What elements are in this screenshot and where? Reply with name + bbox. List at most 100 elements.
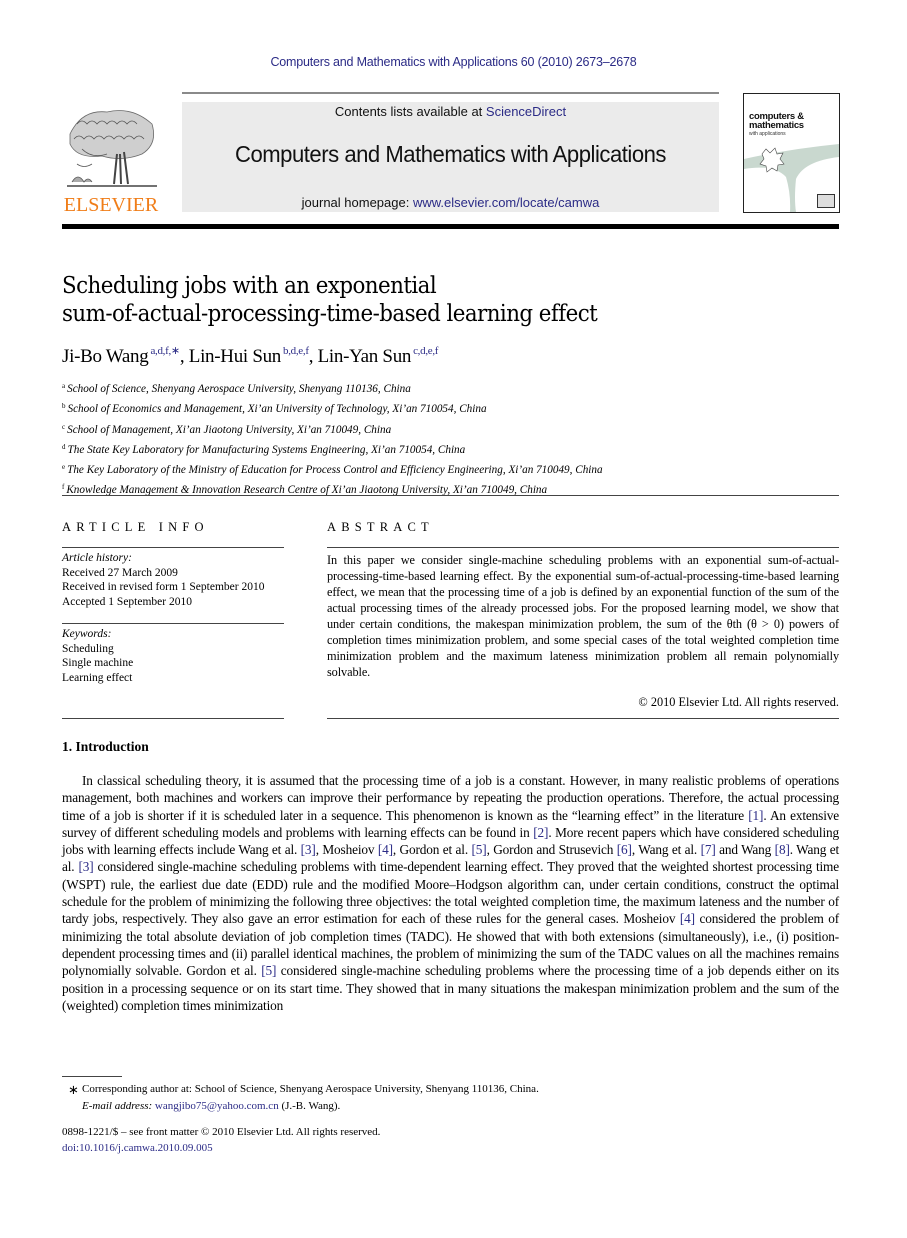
header-thick-rule (62, 224, 839, 229)
article-title: Scheduling jobs with an exponential sum-… (62, 272, 787, 328)
history-revised: Received in revised form 1 September 201… (62, 581, 265, 593)
introduction-paragraph: In classical scheduling theory, it is as… (62, 772, 839, 1014)
cover-title-line2: mathematics (749, 120, 804, 131)
article-info-divider (62, 718, 284, 719)
affiliation-key: d (62, 442, 66, 451)
body-text: , Mosheiov (315, 842, 378, 858)
author-name[interactable]: Lin-Hui Sun (189, 346, 282, 367)
author-list: Ji-Bo Wang a,d,f,∗, Lin-Hui Sun b,d,e,f, L… (62, 344, 762, 368)
author-separator: , (308, 346, 318, 367)
author-affiliation-marks[interactable]: c,d,e,f (413, 345, 438, 357)
email-suffix: (J.-B. Wang). (278, 1100, 341, 1112)
affiliation-text: School of Science, Shenyang Aerospace Un… (67, 383, 411, 395)
footnote-rule (62, 1076, 122, 1077)
article-info-heading: ARTICLE INFO (62, 520, 209, 534)
introduction-body: In classical scheduling theory, it is as… (62, 772, 839, 1014)
citation-link[interactable]: [7] (701, 842, 716, 857)
cover-badge (817, 194, 835, 208)
author-name[interactable]: Lin-Yan Sun (318, 346, 412, 367)
header-rule (182, 92, 719, 94)
affiliation-text: The State Key Laboratory for Manufacturi… (67, 443, 466, 456)
sciencedirect-link[interactable]: ScienceDirect (486, 104, 566, 119)
cover-title: computers & mathematics (749, 112, 804, 131)
corresponding-author-text: Corresponding author at: School of Scien… (82, 1083, 539, 1095)
article-title-line2: sum-of-actual-processing-time-based lear… (62, 301, 598, 327)
journal-homepage-link[interactable]: www.elsevier.com/locate/camwa (413, 195, 599, 210)
abstract-heading: ABSTRACT (327, 520, 434, 534)
article-title-line1: Scheduling jobs with an exponential (62, 273, 437, 299)
contents-prefix: Contents lists available at (334, 104, 486, 119)
author-name[interactable]: Ji-Bo Wang (62, 346, 149, 367)
body-text: , Gordon et al. (392, 842, 472, 858)
citation-link[interactable]: [8] (775, 842, 790, 857)
journal-homepage-line: journal homepage: www.elsevier.com/locat… (182, 195, 719, 210)
citation-link[interactable]: [1] (748, 808, 763, 823)
abstract-divider (327, 547, 839, 548)
citation-link[interactable]: [3] (301, 842, 316, 857)
affiliation-list: a School of Science, Shenyang Aerospace U… (62, 378, 842, 500)
elsevier-wordmark: ELSEVIER (63, 194, 159, 216)
citation-link[interactable]: [4] (378, 842, 393, 857)
author-affiliation-marks[interactable]: b,d,e,f (283, 345, 309, 357)
citation-link[interactable]: [5] (261, 963, 276, 978)
abstract-text: In this paper we consider single-machine… (327, 553, 839, 679)
citation-link[interactable]: [6] (617, 842, 632, 857)
affiliation-text: The Key Laboratory of the Ministry of Ed… (67, 464, 603, 477)
citation-link[interactable]: [4] (680, 911, 695, 926)
author-separator: , (179, 346, 189, 367)
affiliation-item: e The Key Laboratory of the Ministry of E… (62, 459, 842, 479)
body-text: , Gordon and Strusevich (486, 842, 617, 858)
email-line: E-mail address: wangjibo75@yahoo.com.cn … (82, 1098, 842, 1115)
affiliation-text: School of Management, Xi’an Jiaotong Uni… (67, 423, 392, 436)
footnote-star-mark: ∗ (68, 1082, 79, 1097)
article-info-divider (62, 623, 284, 624)
doi-link[interactable]: doi:10.1016/j.camwa.2010.09.005 (62, 1142, 213, 1154)
body-text: , Wang et al. (631, 842, 701, 858)
affiliation-key: e (62, 463, 66, 472)
article-info-divider (62, 547, 284, 548)
body-text: In classical scheduling theory, it is as… (62, 773, 839, 823)
citation-link[interactable]: [3] (78, 859, 93, 874)
keyword-item: Single machine (62, 657, 134, 669)
history-received: Received 27 March 2009 (62, 566, 178, 579)
running-head[interactable]: Computers and Mathematics with Applicati… (0, 55, 907, 69)
elsevier-logo: ELSEVIER (62, 104, 160, 216)
body-text: and Wang (715, 842, 775, 858)
journal-title: Computers and Mathematics with Applicati… (234, 141, 666, 167)
elsevier-tree-icon (67, 110, 157, 187)
issn-line: 0898-1221/$ – see front matter © 2010 El… (62, 1126, 381, 1138)
affiliation-key: b (62, 402, 66, 411)
homepage-prefix: journal homepage: (301, 195, 413, 210)
affiliation-key: a (62, 382, 66, 390)
abstract-divider (327, 718, 839, 719)
contents-available-line: Contents lists available at ScienceDirec… (182, 104, 719, 119)
affiliation-item: f Knowledge Management & Innovation Resea… (62, 479, 842, 499)
citation-link[interactable]: [2] (533, 825, 548, 840)
corresponding-author-footnote: ∗ Corresponding author at: School of Sci… (62, 1081, 842, 1115)
abstract-copyright: © 2010 Elsevier Ltd. All rights reserved… (638, 695, 839, 709)
affiliation-text: School of Economics and Management, Xi’a… (67, 403, 487, 416)
history-accepted: Accepted 1 September 2010 (62, 595, 192, 608)
affiliation-item: a School of Science, Shenyang Aerospace U… (62, 378, 842, 398)
email-link[interactable]: wangjibo75@yahoo.com.cn (155, 1100, 279, 1112)
cover-subtitle: with applications (749, 131, 786, 137)
affiliation-item: d The State Key Laboratory for Manufactur… (62, 439, 842, 459)
affiliation-key: c (62, 422, 66, 431)
issn-doi-block: 0898-1221/$ – see front matter © 2010 El… (62, 1124, 842, 1156)
footnote-body: Corresponding author at: School of Scien… (62, 1081, 842, 1115)
email-label: E-mail address: (82, 1100, 155, 1112)
section-heading-introduction: 1. Introduction (62, 739, 149, 754)
section-divider (62, 495, 839, 496)
author-affiliation-marks[interactable]: a,d,f,∗ (150, 345, 180, 357)
journal-cover-thumbnail[interactable]: computers & mathematics with application… (743, 93, 840, 213)
affiliation-item: b School of Economics and Management, Xi’… (62, 398, 842, 418)
running-head-link[interactable]: Computers and Mathematics with Applicati… (270, 55, 636, 69)
keyword-item: Learning effect (62, 671, 133, 684)
article-history-label: Article history: (62, 552, 132, 564)
article-history: Article history: Received 27 March 2009 … (62, 551, 292, 609)
affiliation-item: c School of Management, Xi’an Jiaotong Un… (62, 419, 842, 439)
citation-link[interactable]: [5] (472, 842, 487, 857)
keywords-label: Keywords: (62, 628, 112, 640)
affiliation-key: f (62, 483, 65, 492)
keyword-item: Scheduling (62, 642, 114, 655)
